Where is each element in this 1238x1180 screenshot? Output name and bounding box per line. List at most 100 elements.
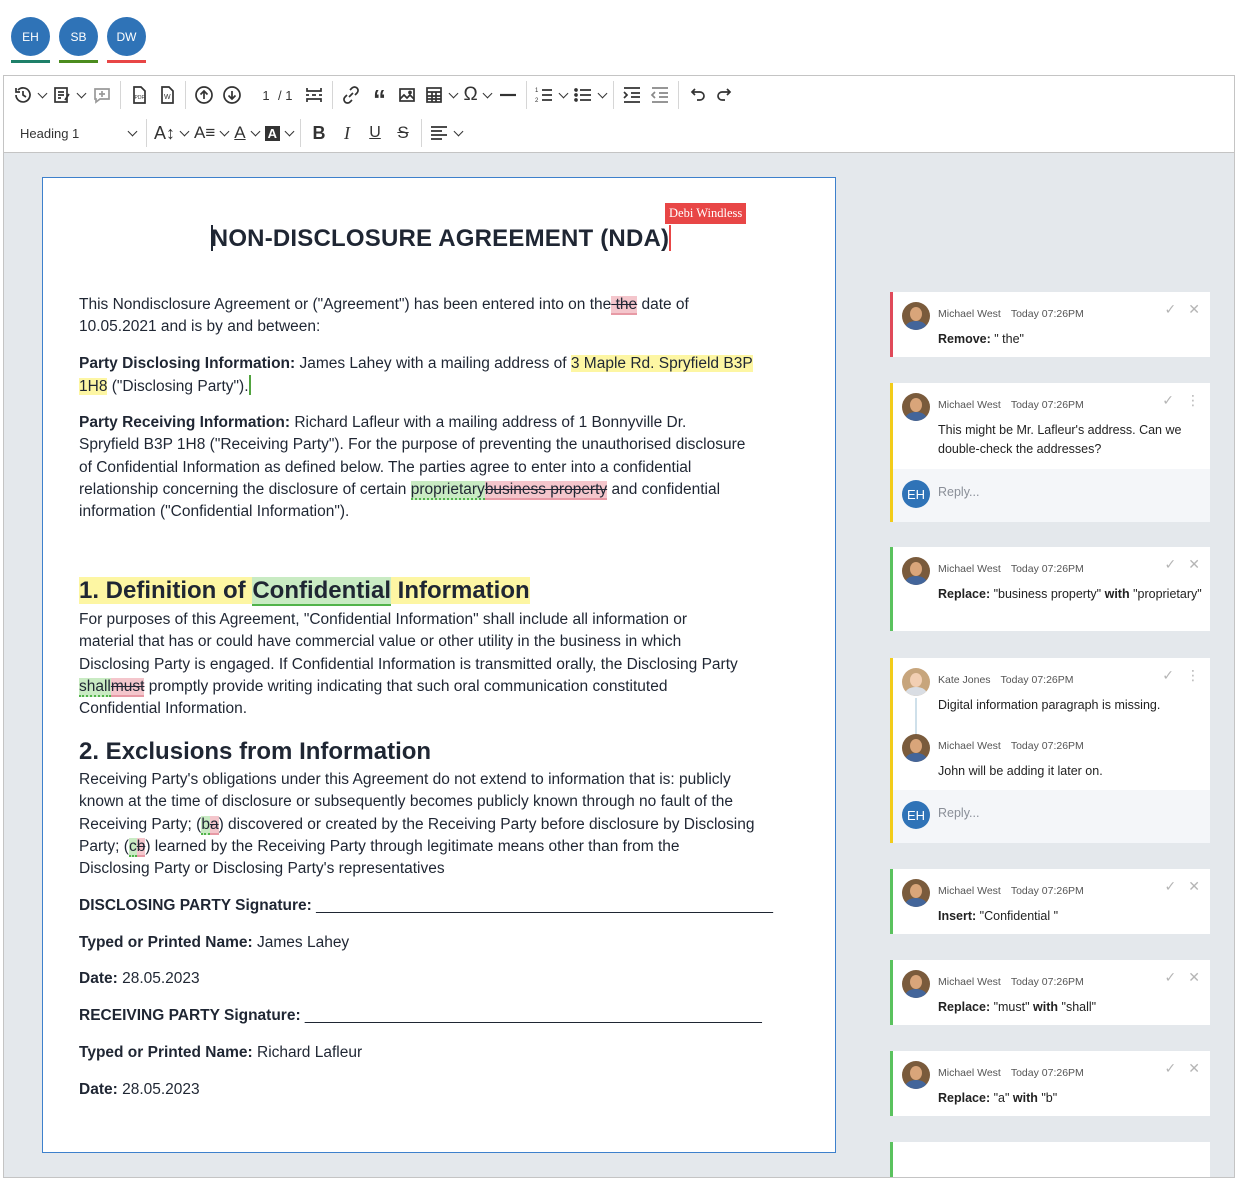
document-page[interactable]: Debi Windless NON-DISCLOSURE AGREEMENT (… [42,177,836,1153]
font-color-button[interactable]: A [231,118,261,148]
text-run: For purposes of this Agreement, "Confide… [79,611,688,628]
user-avatar-sb[interactable]: SB [59,17,98,63]
receiving-name-line[interactable]: Typed or Printed Name: Richard Lafleur [79,1042,803,1064]
comment-author: Michael West [938,399,1001,411]
comment-thread-card[interactable]: Kate Jones Today 07:26PM ✓ ⋮ Digital infor… [890,658,1210,843]
bulleted-list-button[interactable] [570,80,609,110]
numbered-list-button[interactable]: 12 [531,80,570,110]
disclosing-date-line[interactable]: Date: 28.05.2023 [79,968,803,990]
signature-line: ________________________________________… [311,897,773,914]
suggestion-card[interactable]: Michael West Today 07:26PM ✓ ✕ Remove: " t… [890,292,1210,357]
resolve-icon[interactable]: ✓ [1162,668,1174,684]
font-size-button[interactable]: A↕ [151,118,191,148]
italic-button[interactable]: I [333,118,361,148]
suggestion-insertion[interactable]: Confidential [252,577,391,606]
export-word-button[interactable]: W [153,80,181,110]
close-icon[interactable]: ✕ [1188,1061,1200,1077]
add-comment-button[interactable] [88,80,116,110]
reply-input[interactable]: Reply... [938,485,979,499]
reply-input[interactable]: Reply... [938,806,979,820]
close-icon[interactable]: ✕ [1188,879,1200,895]
comment-highlight[interactable]: 1H8 [79,378,108,396]
font-family-button[interactable]: A≡ [191,118,231,148]
page-number-input[interactable]: 1 [254,88,278,103]
user-avatar-dw[interactable]: DW [107,17,146,63]
comment-thread-card[interactable]: Michael West Today 07:26PM ✓ ⋮ This might … [890,383,1210,522]
avatar: EH [902,480,930,508]
accept-icon[interactable]: ✓ [1165,879,1177,895]
section-2-paragraph[interactable]: Receiving Party's obligations under this… [79,769,803,880]
link-button[interactable] [337,80,365,110]
alignment-button[interactable] [426,118,465,148]
outdent-icon [650,87,668,103]
suggestion-insertion[interactable]: c [128,837,137,857]
close-icon[interactable]: ✕ [1188,302,1200,318]
suggestion-insertion[interactable]: shall [79,677,111,697]
blockquote-button[interactable]: “ [365,80,393,112]
intro-paragraph[interactable]: This Nondisclosure Agreement or ("Agreem… [79,294,803,339]
underline-button[interactable]: U [361,118,389,148]
special-characters-button[interactable]: Ω [460,80,493,110]
suggestion-deletion[interactable]: a [209,815,219,835]
more-options-icon[interactable]: ⋮ [1186,668,1200,684]
suggestion-card[interactable] [890,1142,1210,1177]
avatar [902,393,930,421]
user-avatar-eh[interactable]: EH [11,17,50,63]
receiving-signature-line[interactable]: RECEIVING PARTY Signature: _____________… [79,1005,803,1027]
horizontal-line-button[interactable] [494,80,522,110]
disclosing-name-line[interactable]: Typed or Printed Name: James Lahey [79,932,803,954]
reply-field[interactable]: EH Reply... [893,790,1210,843]
insert-image-button[interactable] [393,80,421,110]
suggestion-card[interactable]: Michael West Today 07:26PM ✓ ✕ Replace: "a… [890,1051,1210,1116]
strikethrough-button[interactable]: S [389,118,417,148]
suggestion-insertion[interactable]: proprietary [410,480,485,500]
section-2-heading[interactable]: 2. Exclusions from Information [79,736,803,768]
party-receiving-paragraph[interactable]: Party Receiving Information: Richard Laf… [79,412,803,523]
page-break-button[interactable] [300,80,328,110]
field-label: DISCLOSING PARTY Signature: [79,897,312,914]
document-title[interactable]: NON-DISCLOSURE AGREEMENT (NDA) [79,225,803,251]
disclosing-signature-line[interactable]: DISCLOSING PARTY Signature: ____________… [79,895,803,917]
previous-change-button[interactable] [190,80,218,110]
suggestion-deletion[interactable]: the [611,296,638,315]
font-background-button[interactable]: A [262,118,296,148]
section-1-paragraph[interactable]: For purposes of this Agreement, "Confide… [79,609,803,720]
section-1-heading[interactable]: 1. Definition of Confidential Informatio… [79,575,803,607]
suggestion-deletion[interactable]: business property [484,480,608,500]
resolve-icon[interactable]: ✓ [1162,393,1174,409]
track-changes-button[interactable] [49,80,88,110]
comment-time: Today 07:26PM [1010,308,1084,320]
next-change-button[interactable] [218,80,246,110]
accept-icon[interactable]: ✓ [1165,557,1177,573]
party-disclosing-paragraph[interactable]: Party Disclosing Information: James Lahe… [79,353,803,399]
outdent-button[interactable] [646,80,674,110]
user-color-bar [107,60,146,63]
receiving-date-line[interactable]: Date: 28.05.2023 [79,1079,803,1101]
close-icon[interactable]: ✕ [1188,557,1200,573]
text-run: 2. Exclusions from Information [79,738,432,765]
suggestion-deletion[interactable]: must [110,677,145,697]
comment-highlight[interactable]: 3 Maple Rd. Spryfield B3P [570,355,753,372]
history-button[interactable] [10,80,49,110]
suggestion-card[interactable]: Michael West Today 07:26PM ✓ ✕ Insert: "Co… [890,869,1210,934]
bold-button[interactable]: B [305,118,333,148]
heading-select[interactable]: Heading 1 [10,118,142,148]
close-icon[interactable]: ✕ [1188,970,1200,986]
accept-icon[interactable]: ✓ [1165,302,1177,318]
insert-table-button[interactable] [421,80,460,110]
comment-time: Today 07:26PM [1010,976,1084,988]
suggestion-card[interactable]: Michael West Today 07:26PM ✓ ✕ Replace: "b… [890,547,1210,631]
undo-button[interactable] [683,80,711,110]
export-pdf-button[interactable]: PDF [125,80,153,110]
indent-button[interactable] [618,80,646,110]
collaborator-cursor [669,225,672,251]
reply-field[interactable]: EH Reply... [893,469,1210,522]
more-options-icon[interactable]: ⋮ [1186,393,1200,409]
suggestion-insertion[interactable]: b [201,815,210,835]
comment-time: Today 07:26PM [1010,885,1084,897]
accept-icon[interactable]: ✓ [1165,1061,1177,1077]
suggestion-card[interactable]: Michael West Today 07:26PM ✓ ✕ Replace: "m… [890,960,1210,1025]
redo-button[interactable] [711,80,739,110]
accept-icon[interactable]: ✓ [1165,970,1177,986]
text-run: 10.05.2021 and is by and between: [79,318,321,336]
